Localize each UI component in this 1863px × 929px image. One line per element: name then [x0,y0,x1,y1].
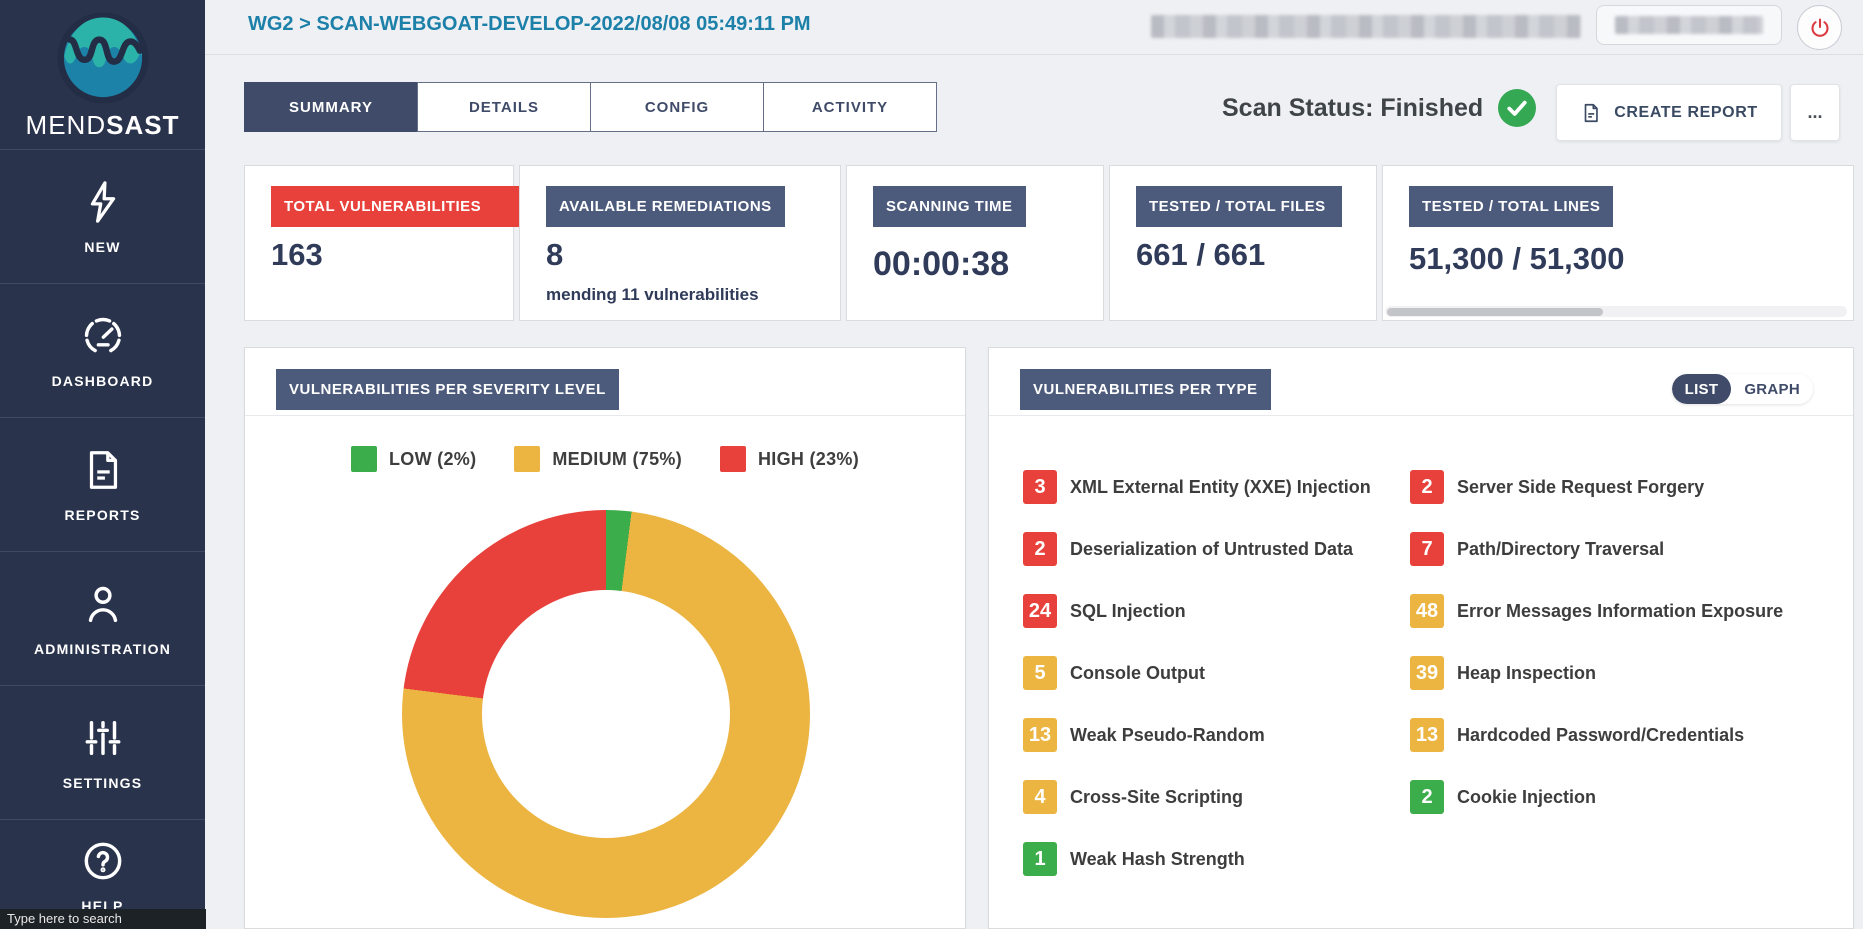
vuln-count-badge: 13 [1410,718,1444,752]
vuln-type-row: 48 Error Messages Information Exposure [1410,594,1783,628]
card-value: 8 [546,237,840,273]
brand-logo: MENDSAST [0,0,205,150]
card-title-badge: AVAILABLE REMEDIATIONS [546,186,785,227]
vuln-type-row: 1 Weak Hash Strength [1023,842,1371,876]
sidebar-item-settings[interactable]: SETTINGS [0,686,205,820]
card-horizontal-scrollbar[interactable] [1385,306,1847,317]
card-available-remediations: AVAILABLE REMEDIATIONS 8 mending 11 vuln… [519,165,841,321]
types-panel: VULNERABILITIES PER TYPE LIST GRAPH 3 XM… [988,347,1854,929]
sidebar-item-dashboard[interactable]: DASHBOARD [0,284,205,418]
legend-item-low: LOW (2%) [351,446,476,472]
card-scanning-time: SCANNING TIME 00:00:38 [846,165,1104,321]
card-value: 661 / 661 [1136,237,1376,273]
tab-activity[interactable]: ACTIVITY [763,82,937,132]
vuln-count-badge: 39 [1410,656,1444,690]
vuln-count-badge: 2 [1410,470,1444,504]
help-icon [80,838,126,884]
severity-donut-chart [402,510,810,918]
redacted-button-label [1615,16,1763,34]
card-title-badge: TOTAL VULNERABILITIES [271,186,521,227]
vuln-count-badge: 2 [1410,780,1444,814]
scan-status-check-icon [1498,89,1536,127]
vuln-type-row: 2 Server Side Request Forgery [1410,470,1783,504]
list-graph-toggle: LIST GRAPH [1672,374,1813,404]
redacted-header-button[interactable] [1596,5,1782,45]
severity-panel-header: VULNERABILITIES PER SEVERITY LEVEL [245,348,965,416]
power-icon [1808,16,1832,40]
vuln-count-badge: 24 [1023,594,1057,628]
vuln-types-column-right: 2 Server Side Request Forgery 7 Path/Dir… [1410,470,1783,814]
redacted-account-text [1151,15,1581,38]
tab-details[interactable]: DETAILS [417,82,591,132]
card-tested-total-lines: TESTED / TOTAL LINES 51,300 / 51,300 [1382,165,1854,321]
vuln-count-badge: 5 [1023,656,1057,690]
card-total-vulnerabilities: TOTAL VULNERABILITIES 163 [244,165,514,321]
legend-swatch-high [720,446,746,472]
severity-legend: LOW (2%) MEDIUM (75%) HIGH (23%) [245,446,965,472]
vuln-type-row: 5 Console Output [1023,656,1371,690]
severity-panel: VULNERABILITIES PER SEVERITY LEVEL LOW (… [244,347,966,929]
card-value: 00:00:38 [873,245,1103,284]
vuln-count-badge: 4 [1023,780,1057,814]
sidebar-item-new[interactable]: NEW [0,150,205,284]
vuln-type-row: 24 SQL Injection [1023,594,1371,628]
vuln-count-badge: 2 [1023,532,1057,566]
user-icon [80,581,126,627]
vuln-type-row: 3 XML External Entity (XXE) Injection [1023,470,1371,504]
vuln-type-row: 13 Hardcoded Password/Credentials [1410,718,1783,752]
vuln-count-badge: 3 [1023,470,1057,504]
vuln-type-row: 2 Cookie Injection [1410,780,1783,814]
gauge-icon [80,313,126,359]
vuln-type-row: 13 Weak Pseudo-Random [1023,718,1371,752]
vuln-count-badge: 48 [1410,594,1444,628]
scan-tabs: SUMMARY DETAILS CONFIG ACTIVITY [244,82,937,132]
tab-config[interactable]: CONFIG [590,82,764,132]
report-document-icon [80,447,126,493]
vuln-count-badge: 13 [1023,718,1057,752]
scrollbar-thumb[interactable] [1387,308,1603,316]
vuln-type-row: 4 Cross-Site Scripting [1023,780,1371,814]
toggle-graph[interactable]: GRAPH [1731,374,1813,404]
card-note: mending 11 vulnerabilities [546,285,840,305]
sidebar: MENDSAST NEW DASHBOARD REPORTS ADMINISTR… [0,0,205,929]
legend-swatch-medium [514,446,540,472]
legend-item-high: HIGH (23%) [720,446,859,472]
card-value: 51,300 / 51,300 [1409,241,1643,277]
sidebar-item-administration[interactable]: ADMINISTRATION [0,552,205,686]
more-actions-button[interactable]: ... [1790,84,1840,141]
card-title-badge: TESTED / TOTAL LINES [1409,186,1613,227]
tab-summary[interactable]: SUMMARY [244,82,418,132]
sliders-icon [80,715,126,761]
types-panel-title: VULNERABILITIES PER TYPE [1020,369,1271,410]
create-report-button[interactable]: CREATE REPORT [1556,84,1782,141]
lightning-icon [80,179,126,225]
scan-status-text: Scan Status: Finished [1222,94,1483,123]
vuln-count-badge: 1 [1023,842,1057,876]
brand-name: MENDSAST [26,110,180,141]
breadcrumb[interactable]: WG2 > SCAN-WEBGOAT-DEVELOP-2022/08/08 05… [248,13,811,36]
card-title-badge: SCANNING TIME [873,186,1026,227]
vuln-count-badge: 7 [1410,532,1444,566]
vuln-type-row: 7 Path/Directory Traversal [1410,532,1783,566]
mend-logo-icon [57,12,149,104]
types-panel-header: VULNERABILITIES PER TYPE LIST GRAPH [989,348,1853,416]
card-tested-total-files: TESTED / TOTAL FILES 661 / 661 [1109,165,1377,321]
stats-cards-row: TOTAL VULNERABILITIES 163 AVAILABLE REME… [244,165,1863,321]
severity-panel-title: VULNERABILITIES PER SEVERITY LEVEL [276,369,619,410]
vuln-types-column-left: 3 XML External Entity (XXE) Injection 2 … [1023,470,1371,876]
scan-status: Scan Status: Finished [1222,89,1536,127]
top-bar: WG2 > SCAN-WEBGOAT-DEVELOP-2022/08/08 05… [205,0,1863,55]
logout-power-button[interactable] [1797,5,1842,50]
vuln-type-row: 2 Deserialization of Untrusted Data [1023,532,1371,566]
sidebar-item-reports[interactable]: REPORTS [0,418,205,552]
vuln-type-row: 39 Heap Inspection [1410,656,1783,690]
legend-item-medium: MEDIUM (75%) [514,446,682,472]
legend-swatch-low [351,446,377,472]
toggle-list[interactable]: LIST [1672,374,1732,404]
report-file-icon [1580,102,1602,124]
card-value: 163 [271,237,513,273]
card-title-badge: TESTED / TOTAL FILES [1136,186,1342,227]
taskbar-search-tooltip: Type here to search [0,909,206,929]
